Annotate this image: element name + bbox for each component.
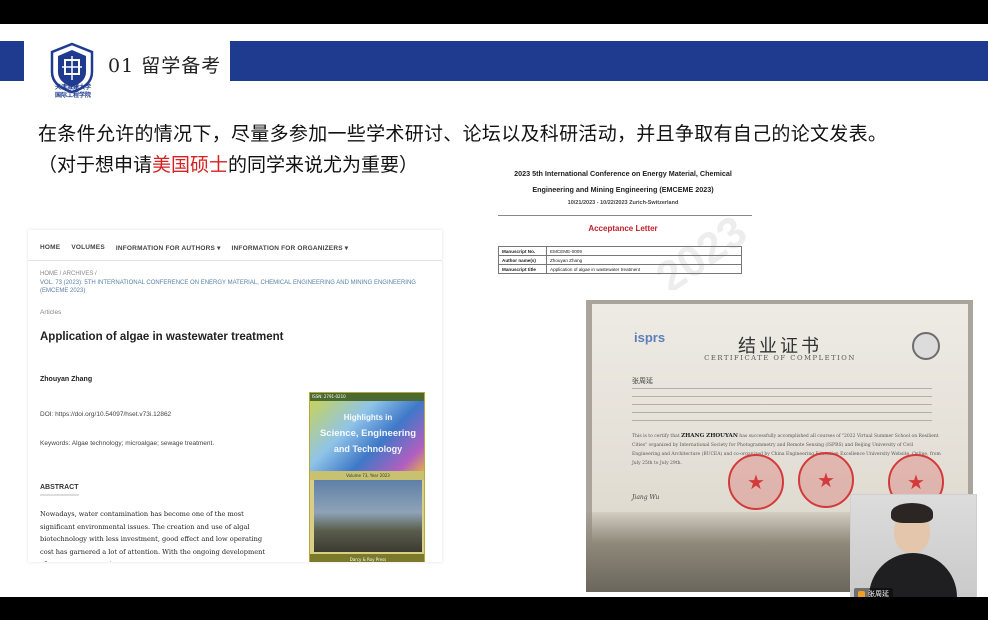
- presentation-slide: 天津城建大学 国际工程学院 01 留学备考 在条件允许的情况下，尽量多参加一些学…: [0, 24, 988, 597]
- breadcrumb: HOME / ARCHIVES / VOL. 73 (2023): 5TH IN…: [40, 271, 416, 294]
- university-seal-icon: [912, 332, 940, 360]
- abstract-heading: ABSTRACT: [40, 484, 79, 496]
- participant-hair: [891, 503, 933, 523]
- cover-artwork: Highlights in Science, Engineering and T…: [310, 401, 424, 471]
- nav-info-authors: INFORMATION FOR AUTHORS ▾: [115, 245, 221, 252]
- article-author: Zhouyan Zhang: [40, 376, 93, 383]
- journal-cover: ISSN: 2791-0210 Highlights in Science, E…: [309, 392, 425, 562]
- red-stamp-icon: [798, 452, 854, 508]
- article-webpage-screenshot: HOME VOLUMES INFORMATION FOR AUTHORS ▾ I…: [28, 230, 442, 562]
- cover-title-line1: Highlights in: [343, 413, 393, 422]
- cover-issn: ISSN: 2791-0210: [310, 393, 424, 401]
- cover-title-line3: and Technology: [333, 444, 403, 454]
- cover-publisher: Darcy & Roy Press: [310, 554, 424, 562]
- certificate-recipient: ZHANG ZHOUYAN: [681, 433, 738, 439]
- header-band: [230, 41, 988, 81]
- certificate-name-cn: 张周延: [632, 377, 653, 385]
- table-row: Author name(s) Zhouyan Zhang: [498, 255, 742, 265]
- participant-name: 张周延: [868, 590, 889, 597]
- article-keywords: Keywords: Algae technology; microalgae; …: [40, 440, 215, 447]
- letter-divider: [498, 215, 752, 216]
- table-row: Manuscript title Application of algae in …: [498, 264, 742, 274]
- acceptance-letter: 2023 2023 5th International Conference o…: [488, 160, 758, 290]
- conference-dates: 10/21/2023 - 10/22/2023 Zurich-Switzerla…: [567, 200, 679, 206]
- microphone-icon: [858, 590, 865, 597]
- abstract-text: Nowadays, water contamination has become…: [40, 510, 266, 562]
- article-nav: HOME VOLUMES INFORMATION FOR AUTHORS ▾ I…: [40, 244, 348, 252]
- red-stamp-icon: [728, 454, 784, 510]
- cover-photo-image: [314, 480, 422, 552]
- header-band-left: [0, 41, 24, 81]
- acceptance-heading: Acceptance Letter: [588, 224, 658, 233]
- main-text: 在条件允许的情况下，尽量多参加一些学术研讨、论坛以及科研活动，并且争取有自己的论…: [38, 123, 888, 145]
- highlighted-text: 美国硕士: [152, 154, 229, 176]
- certificate-title-en: CERTIFICATE OF COMPLETION: [704, 354, 856, 362]
- article-doi: DOI: https://doi.org/10.54097/hset.v73i.…: [40, 411, 172, 418]
- certificate-cn-text-lines: [632, 388, 932, 428]
- section-label: Articles: [40, 309, 62, 316]
- conference-title: 2023 5th International Conference on Ene…: [514, 169, 732, 194]
- sub-text: （对于想申请美国硕士的同学来说尤为重要）: [38, 154, 419, 176]
- nav-info-organizers: INFORMATION FOR ORGANIZERS ▾: [231, 245, 349, 252]
- university-name: 天津城建大学 国际工程学院: [54, 84, 91, 99]
- cover-volume: Volume 73, Year 2023: [310, 471, 424, 480]
- certificate-signature: Jiang Wu: [632, 494, 660, 501]
- section-title: 01 留学备考: [108, 55, 222, 77]
- article-title: Application of algae in wastewater treat…: [40, 331, 284, 343]
- participant-name-tag: 张周延: [854, 588, 893, 597]
- nav-home: HOME: [40, 244, 61, 251]
- nav-divider: [28, 260, 442, 261]
- manuscript-table: Manuscript No. EMCEME-0009 Author name(s)…: [498, 246, 742, 274]
- participant-video-tile[interactable]: 张周延: [850, 494, 977, 597]
- cover-title-line2: Science, Engineering: [319, 428, 417, 439]
- nav-volumes: VOLUMES: [71, 244, 105, 251]
- table-row: Manuscript No. EMCEME-0009: [498, 246, 742, 256]
